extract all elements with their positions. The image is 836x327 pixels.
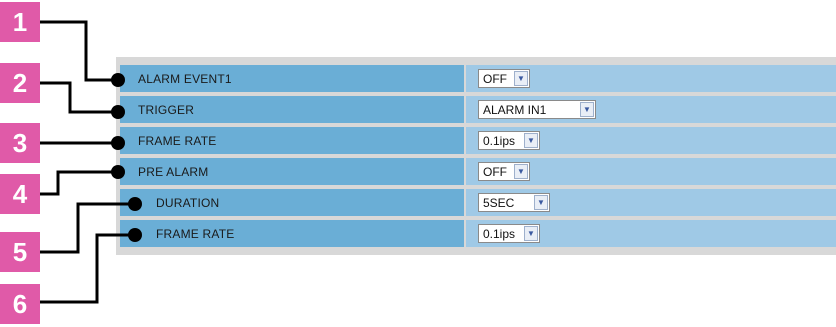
callout-badge-6: 6 [0, 284, 40, 324]
callout-badge-2: 2 [0, 63, 40, 103]
alarm-settings-diagram: ALARM EVENT1 OFF ▼ TRIGGER ALARM IN1 ▼ F… [0, 0, 836, 327]
callout-dot-4 [111, 165, 125, 179]
callout-dot-1 [111, 73, 125, 87]
callout-badge-1: 1 [0, 2, 40, 42]
leader-line-2 [40, 81, 120, 114]
callout-dot-2 [111, 105, 125, 119]
leader-line-4 [40, 170, 120, 196]
callout-dot-5 [128, 197, 142, 211]
callout-dot-3 [111, 136, 125, 150]
callout-dot-6 [128, 228, 142, 242]
callout-badge-3: 3 [0, 123, 40, 163]
leader-line-5 [40, 202, 136, 254]
callout-leader-lines [40, 20, 136, 304]
callout-badge-5: 5 [0, 232, 40, 272]
callout-badge-4: 4 [0, 174, 40, 214]
leader-line-1 [40, 20, 120, 82]
leader-line-6 [40, 233, 136, 304]
